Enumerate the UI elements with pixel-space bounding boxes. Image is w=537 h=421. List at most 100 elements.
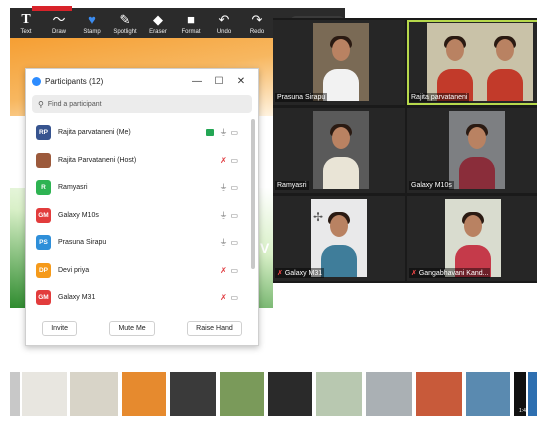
avatar: GM: [36, 290, 51, 306]
participant-name: Rajita Parvataneni (Host): [58, 156, 137, 164]
video-tile[interactable]: Rajita parvataneni: [407, 20, 537, 105]
video-tile-label: Gangabhavani Kand...: [418, 270, 489, 277]
thumbnail-image[interactable]: [268, 372, 312, 416]
thumbnail-strip: 1:43: [10, 372, 537, 420]
participant-row[interactable]: GM Galaxy M31 ✗ ▭: [26, 284, 258, 312]
toolbar-red-tab: [32, 6, 72, 11]
participant-video: [449, 111, 505, 189]
minimize-icon[interactable]: —: [186, 76, 208, 87]
microphone-icon[interactable]: ⏚: [218, 237, 228, 248]
participants-panel: Participants (12) — ☐ ✕ ⚲ Find a partici…: [25, 68, 259, 346]
avatar: R: [36, 180, 51, 196]
participant-video: [445, 199, 501, 277]
participant-list-scrollbar[interactable]: [251, 119, 255, 269]
thumbnail-image[interactable]: 1:43: [514, 372, 529, 416]
video-tile-name: Ramyasri: [275, 181, 309, 190]
video-tile-name: ✗ Galaxy M31: [275, 268, 325, 278]
video-tile-name: Galaxy M10s: [409, 181, 454, 190]
video-tile[interactable]: Ramyasri: [273, 108, 405, 193]
camera-icon[interactable]: ▭: [230, 128, 238, 137]
spotlight-icon: ✎: [119, 12, 131, 27]
person-head: [332, 127, 350, 149]
thumbnail-image[interactable]: [122, 372, 166, 416]
tool-eraser[interactable]: ◆ Eraser: [142, 8, 174, 38]
close-icon[interactable]: ✕: [230, 76, 252, 87]
video-tile-label: Rajita parvataneni: [411, 94, 468, 101]
tool-spotlight[interactable]: ✎ Spotlight: [109, 8, 141, 38]
participant-status-icons: ✗ ▭: [218, 266, 238, 275]
camera-icon[interactable]: ▭: [230, 156, 238, 165]
microphone-icon[interactable]: ⏚: [218, 127, 228, 138]
person-head: [468, 127, 486, 149]
camera-icon[interactable]: ▭: [230, 183, 238, 192]
video-tile-label: Galaxy M10s: [411, 182, 452, 189]
thumbnail-image[interactable]: [22, 372, 67, 416]
thumbnail-image[interactable]: [316, 372, 362, 416]
mic-muted-icon[interactable]: ✗: [218, 266, 228, 275]
raise-hand-button[interactable]: Raise Hand: [187, 320, 242, 336]
participant-row[interactable]: Rajita Parvataneni (Host) ✗ ▭: [26, 147, 258, 175]
camera-icon[interactable]: ▭: [230, 238, 238, 247]
person-body: [321, 245, 357, 277]
camera-icon[interactable]: ▭: [230, 266, 238, 275]
video-tile[interactable]: ✢ ✗ Galaxy M31: [273, 196, 405, 281]
participant-status-icons: ✗ ▭: [218, 156, 238, 165]
microphone-icon[interactable]: ⏚: [218, 182, 228, 193]
invite-button[interactable]: Invite: [42, 320, 77, 336]
microphone-icon[interactable]: ⏚: [218, 210, 228, 221]
participant-status-icons: ⏚ ▭: [218, 182, 238, 193]
participant-name: Prasuna Sirapu: [58, 239, 107, 247]
video-tile[interactable]: Prasuna Sirapu: [273, 20, 405, 105]
mic-muted-icon[interactable]: ✗: [218, 293, 228, 302]
thumbnail-image[interactable]: [416, 372, 462, 416]
video-tile-name: Prasuna Sirapu: [275, 93, 328, 102]
participant-row[interactable]: GM Galaxy M10s ⏚ ▭: [26, 202, 258, 230]
thumbnail-image[interactable]: [528, 372, 537, 416]
participant-row[interactable]: PS Prasuna Sirapu ⏚ ▭: [26, 229, 258, 257]
thumbnail-image[interactable]: [70, 372, 118, 416]
thumbnail-image[interactable]: [366, 372, 412, 416]
tool-draw[interactable]: 〜 Draw: [43, 8, 75, 38]
tool-format[interactable]: ■ Format: [175, 8, 207, 38]
thumbnail-image[interactable]: [170, 372, 216, 416]
eraser-icon: ◆: [153, 12, 163, 27]
person-head: [330, 215, 348, 237]
participants-title: Participants (12): [45, 76, 104, 86]
participants-titlebar: Participants (12) — ☐ ✕: [26, 69, 258, 93]
text-icon: T: [21, 12, 31, 27]
thumbnail-image[interactable]: [466, 372, 510, 416]
participants-footer: Invite Mute Me Raise Hand: [26, 311, 258, 345]
maximize-icon[interactable]: ☐: [208, 76, 230, 87]
participant-status-icons: ✗ ▭: [218, 293, 238, 302]
participant-status-icons: ⏚ ▭: [218, 237, 238, 248]
person-head: [332, 39, 350, 61]
participant-row[interactable]: R Ramyasri ⏚ ▭: [26, 174, 258, 202]
video-gallery: Prasuna Sirapu Rajita parvataneni Ramyasri…: [273, 18, 537, 283]
background-letter: V: [260, 240, 270, 256]
participant-video: [313, 111, 369, 189]
video-tile-name: ✗ Gangabhavani Kand...: [409, 268, 491, 278]
tool-undo[interactable]: ↶ Undo: [208, 8, 240, 38]
video-tile-label: Ramyasri: [277, 182, 307, 189]
participant-status-icons: ⏚ ▭: [218, 210, 238, 221]
tool-text[interactable]: T Text: [10, 8, 42, 38]
mic-muted-icon: ✗: [277, 270, 285, 277]
mute-me-button[interactable]: Mute Me: [109, 320, 155, 336]
video-tile[interactable]: ✗ Gangabhavani Kand...: [407, 196, 537, 281]
participant-row[interactable]: DP Devi priya ✗ ▭: [26, 257, 258, 285]
participant-video: [313, 23, 369, 101]
thumbnail-image[interactable]: [220, 372, 264, 416]
video-tile[interactable]: Galaxy M10s: [407, 108, 537, 193]
camera-icon[interactable]: ▭: [230, 293, 238, 302]
recording-icon: [206, 129, 215, 137]
thumbnail-image[interactable]: [10, 372, 20, 416]
tool-stamp[interactable]: ♥ Stamp: [76, 8, 108, 38]
person-body: [323, 69, 359, 101]
participant-row[interactable]: RP Rajita parvataneni (Me) ⏚ ▭: [26, 119, 258, 147]
mic-muted-icon[interactable]: ✗: [218, 156, 228, 165]
avatar: DP: [36, 262, 51, 278]
tool-redo[interactable]: ↷ Redo: [241, 8, 273, 38]
participant-name: Devi priya: [58, 266, 90, 274]
camera-icon[interactable]: ▭: [230, 211, 238, 220]
participant-search-input[interactable]: ⚲ Find a participant: [32, 95, 252, 113]
